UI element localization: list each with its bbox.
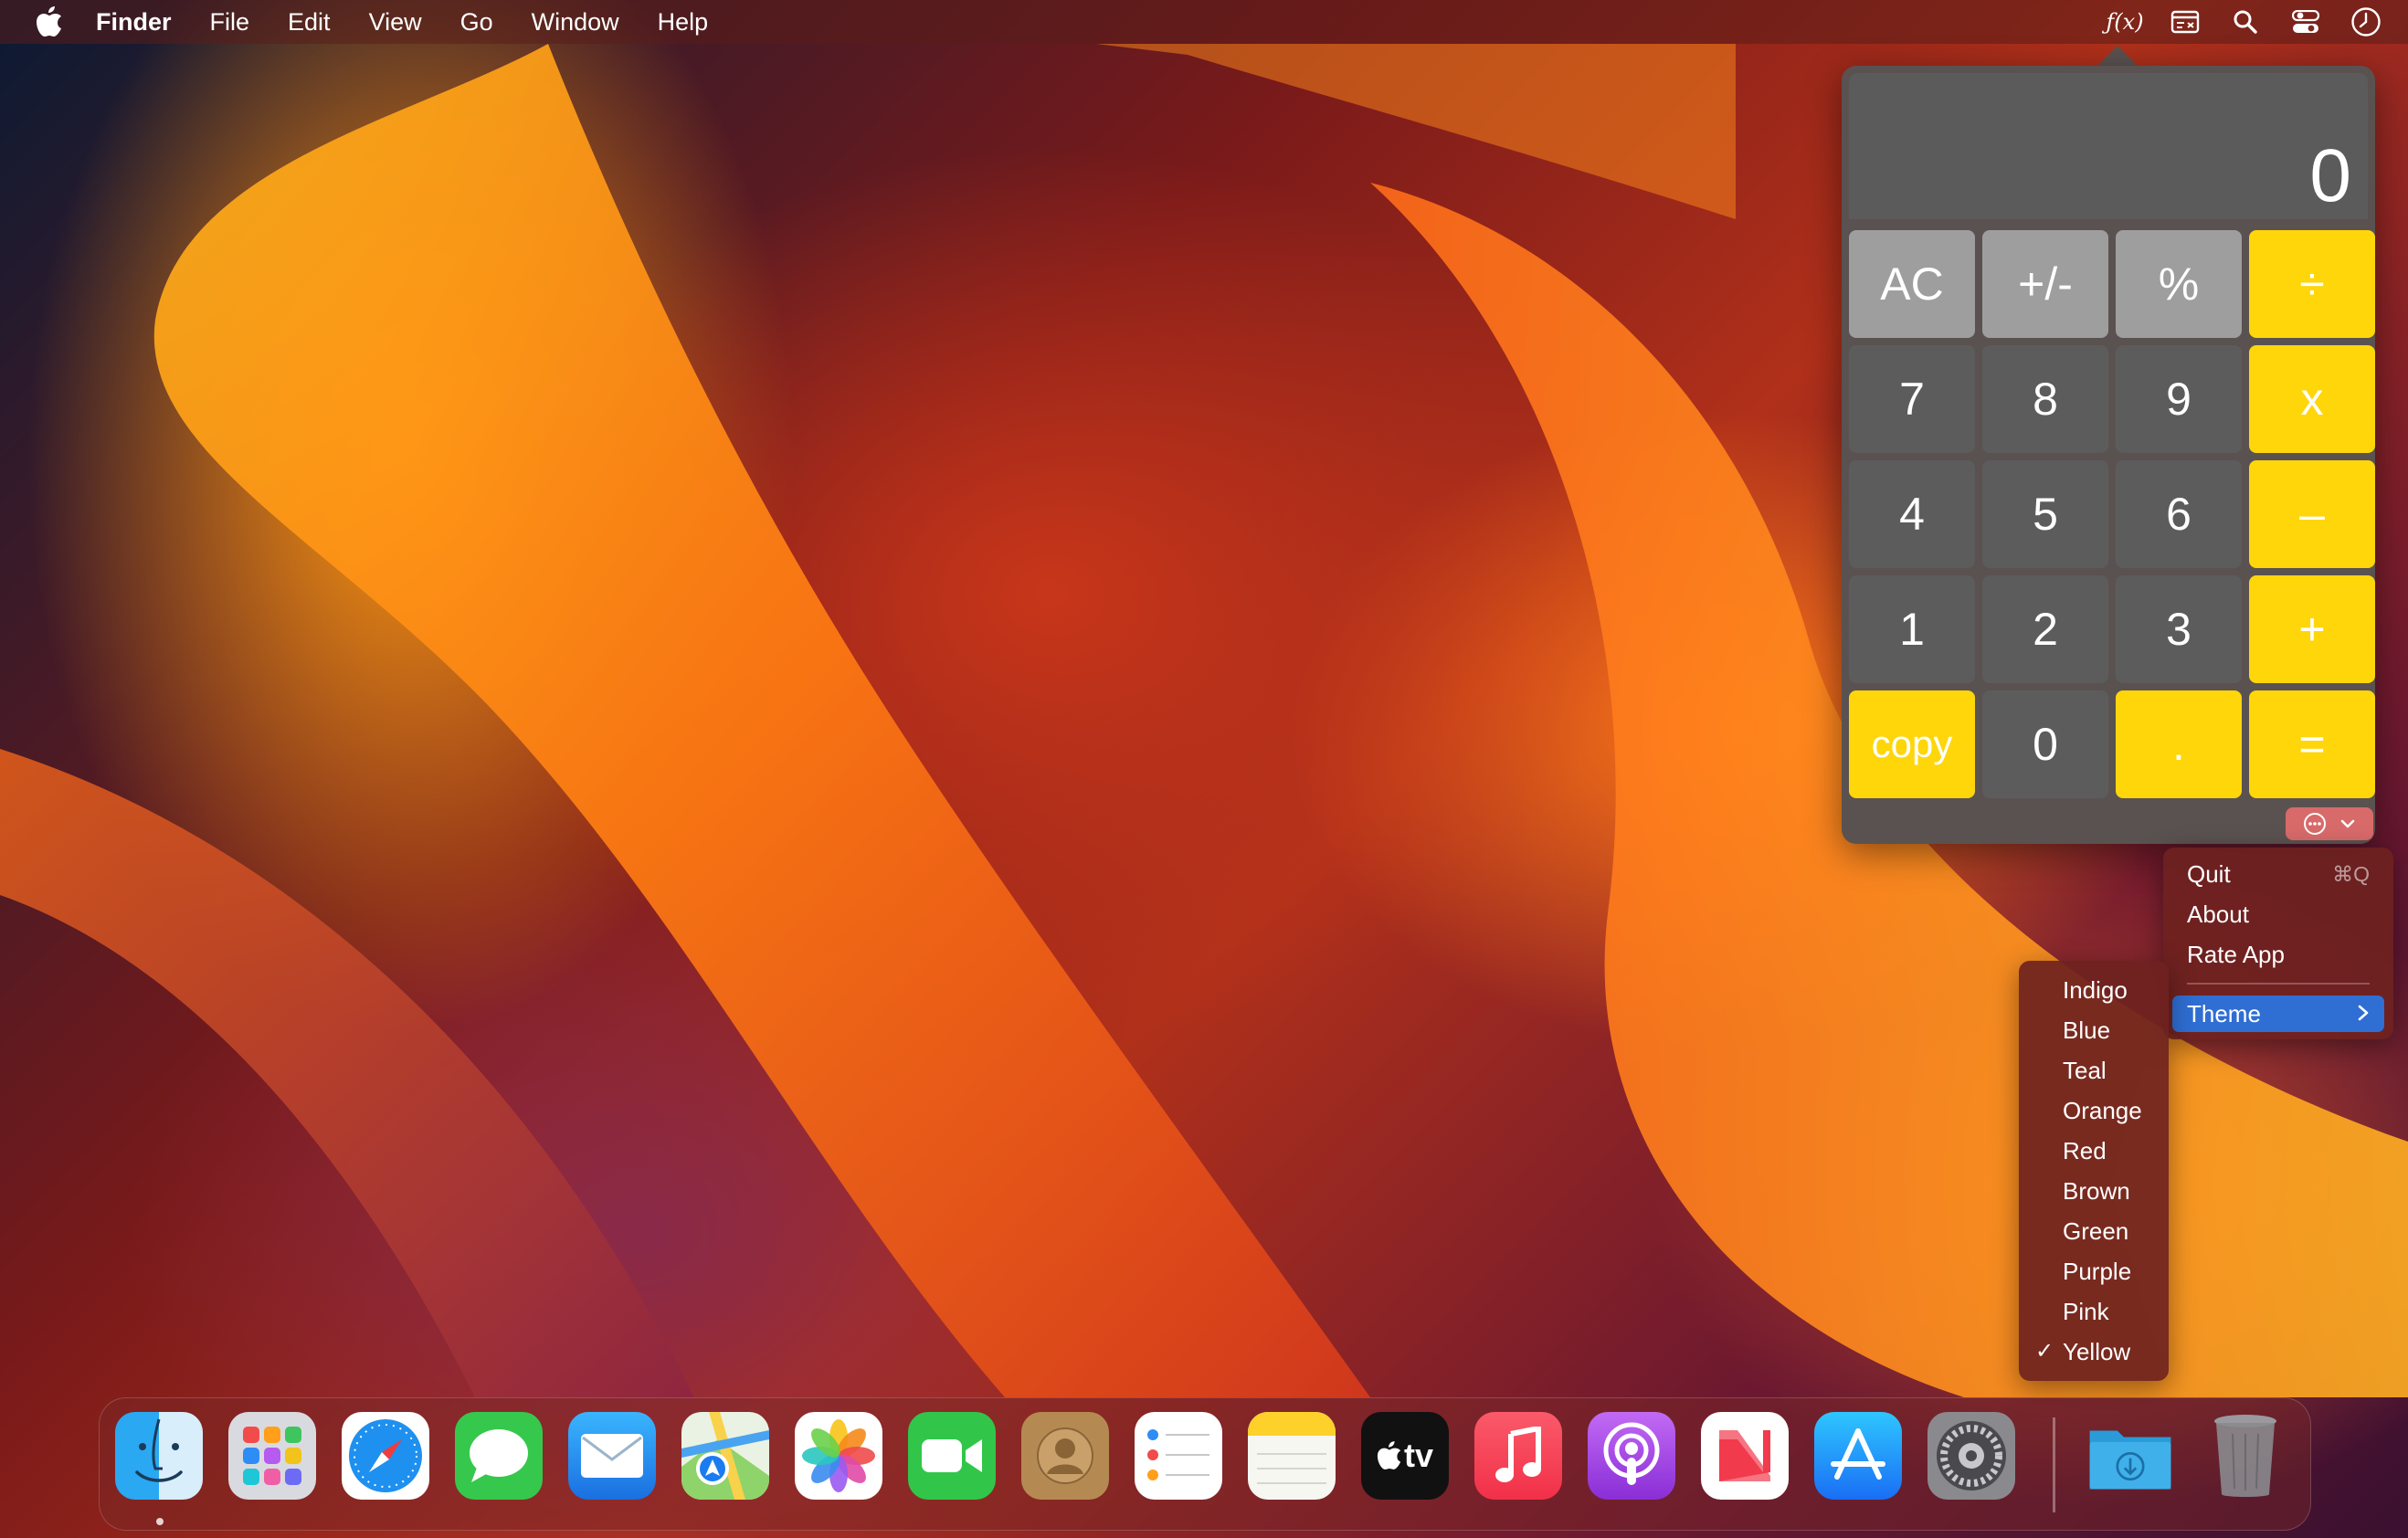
percent-button[interactable]: % (2116, 230, 2242, 338)
menu-bar: Finder File Edit View Go Window Help ƒ(x… (0, 0, 2408, 44)
notes-icon[interactable] (1248, 1412, 1336, 1500)
key-5[interactable]: 5 (1982, 460, 2108, 568)
menu-view[interactable]: View (350, 0, 441, 44)
menu-item-about[interactable]: About (2187, 901, 2249, 929)
theme-item-yellow[interactable]: Yellow (2063, 1335, 2130, 1368)
system-settings-icon[interactable] (1927, 1412, 2015, 1500)
key-1[interactable]: 1 (1849, 575, 1975, 683)
copy-button[interactable]: copy (1849, 690, 1975, 798)
menu-window[interactable]: Window (512, 0, 639, 44)
app-store-icon[interactable] (1814, 1412, 1902, 1500)
news-icon[interactable] (1701, 1412, 1789, 1500)
running-indicator (156, 1518, 164, 1525)
key-3[interactable]: 3 (2116, 575, 2242, 683)
decimal-button[interactable]: . (2116, 690, 2242, 798)
options-menu: Quit ⌘Q About Rate App Theme (2163, 848, 2393, 1039)
theme-submenu: Indigo Blue Teal Orange Red Brown Green … (2019, 961, 2169, 1381)
key-7[interactable]: 7 (1849, 345, 1975, 453)
theme-label: Theme (2187, 1000, 2261, 1027)
apple-tv-icon[interactable]: tv (1361, 1412, 1449, 1500)
menu-go[interactable]: Go (441, 0, 512, 44)
messages-icon[interactable] (455, 1412, 543, 1500)
apple-tv-label: tv (1403, 1437, 1433, 1474)
theme-item-teal[interactable]: Teal (2063, 1054, 2107, 1087)
theme-item-pink[interactable]: Pink (2063, 1295, 2109, 1328)
maps-icon[interactable] (681, 1412, 769, 1500)
popover-arrow (2097, 46, 2138, 66)
chevron-down-icon (2340, 819, 2355, 828)
menu-item-theme[interactable]: Theme (2172, 995, 2384, 1032)
equals-button[interactable]: = (2249, 690, 2375, 798)
menu-item-rate-app[interactable]: Rate App (2187, 941, 2285, 969)
status-area: ƒ(x) (2106, 0, 2408, 44)
calculator-panel: 0 AC +/- % ÷ 7 8 9 x 4 5 6 – 1 2 3 + cop… (1842, 66, 2375, 844)
search-icon[interactable] (2227, 4, 2264, 40)
minus-button[interactable]: – (2249, 460, 2375, 568)
safari-icon[interactable] (342, 1412, 429, 1500)
downloads-folder-icon[interactable] (2086, 1412, 2174, 1500)
calculator-display: 0 (1849, 73, 2368, 219)
theme-item-green[interactable]: Green (2063, 1215, 2128, 1248)
more-icon (2304, 813, 2326, 835)
menu-separator (2187, 983, 2370, 985)
theme-item-blue[interactable]: Blue (2063, 1014, 2110, 1047)
ac-button[interactable]: AC (1849, 230, 1975, 338)
quit-shortcut: ⌘Q (2332, 862, 2370, 886)
podcasts-icon[interactable] (1588, 1412, 1675, 1500)
menu-edit[interactable]: Edit (269, 0, 350, 44)
menu-help[interactable]: Help (639, 0, 728, 44)
function-icon[interactable]: ƒ(x) (2106, 4, 2144, 40)
mail-icon[interactable] (568, 1412, 656, 1500)
key-4[interactable]: 4 (1849, 460, 1975, 568)
divide-button[interactable]: ÷ (2249, 230, 2375, 338)
contacts-icon[interactable] (1021, 1412, 1109, 1500)
menu-file[interactable]: File (191, 0, 269, 44)
key-8[interactable]: 8 (1982, 345, 2108, 453)
finder-icon[interactable] (115, 1412, 203, 1500)
menu-app-name[interactable]: Finder (77, 0, 191, 44)
theme-item-indigo[interactable]: Indigo (2063, 974, 2128, 1006)
menu-item-quit[interactable]: Quit (2187, 860, 2231, 889)
plus-button[interactable]: + (2249, 575, 2375, 683)
theme-item-orange[interactable]: Orange (2063, 1094, 2142, 1127)
apple-icon[interactable] (33, 5, 66, 38)
options-button[interactable] (2286, 807, 2373, 840)
chevron-right-icon (2357, 999, 2370, 1033)
key-9[interactable]: 9 (2116, 345, 2242, 453)
music-icon[interactable] (1474, 1412, 1562, 1500)
function-icon-label: ƒ(x) (2106, 9, 2144, 35)
key-6[interactable]: 6 (2116, 460, 2242, 568)
key-2[interactable]: 2 (1982, 575, 2108, 683)
window-icon[interactable] (2167, 4, 2203, 40)
reminders-icon[interactable] (1135, 1412, 1222, 1500)
clock-icon[interactable] (2348, 4, 2384, 40)
sign-button[interactable]: +/- (1982, 230, 2108, 338)
multiply-button[interactable]: x (2249, 345, 2375, 453)
theme-item-red[interactable]: Red (2063, 1134, 2107, 1167)
theme-item-brown[interactable]: Brown (2063, 1175, 2130, 1207)
facetime-icon[interactable] (908, 1412, 996, 1500)
photos-icon[interactable] (795, 1412, 882, 1500)
theme-item-purple[interactable]: Purple (2063, 1255, 2131, 1288)
launchpad-icon[interactable] (228, 1412, 316, 1500)
trash-icon[interactable] (2202, 1412, 2289, 1500)
dock-separator (2053, 1417, 2055, 1512)
control-center-icon[interactable] (2287, 4, 2324, 40)
key-0[interactable]: 0 (1982, 690, 2108, 798)
checkmark-icon: ✓ (2035, 1339, 2054, 1364)
